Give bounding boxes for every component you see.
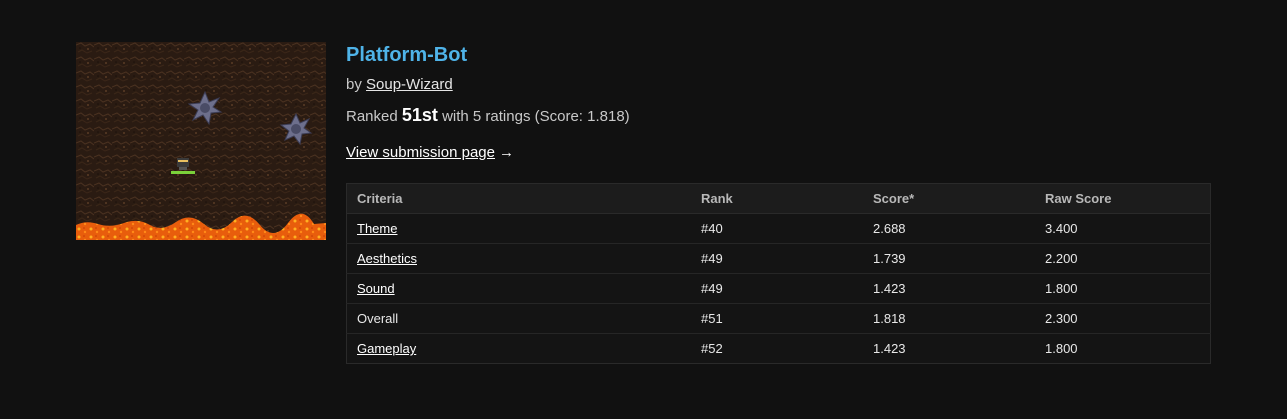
table-header-row: Criteria Rank Score* Raw Score (346, 183, 1211, 214)
raw-score-cell: 2.300 (1035, 303, 1211, 334)
criteria-cell: Aesthetics (346, 243, 691, 274)
overall-rank: 51st (401, 105, 438, 125)
ranked-prefix: Ranked (346, 108, 398, 125)
header-raw-score: Raw Score (1035, 183, 1211, 214)
table-row: Gameplay #52 1.423 1.800 (346, 333, 1211, 364)
game-screenshot-icon (76, 42, 326, 240)
table-row: Sound #49 1.423 1.800 (346, 273, 1211, 304)
author-line: by Soup-Wizard (346, 75, 1211, 95)
rank-cell: #51 (691, 303, 863, 334)
rank-cell: #49 (691, 243, 863, 274)
rank-cell: #49 (691, 273, 863, 304)
submission-info: Platform-Bot by Soup-Wizard Ranked 51st … (346, 42, 1211, 364)
submission-card: Platform-Bot by Soup-Wizard Ranked 51st … (76, 42, 1211, 364)
author-link[interactable]: Soup-Wizard (366, 76, 453, 93)
game-thumbnail[interactable] (76, 42, 326, 240)
rank-cell: #52 (691, 333, 863, 364)
score-cell: 1.423 (863, 333, 1035, 364)
ratings-table: Criteria Rank Score* Raw Score Theme #40… (346, 183, 1211, 364)
criteria-link-theme[interactable]: Theme (357, 221, 397, 236)
header-criteria: Criteria (346, 183, 691, 214)
table-row: Overall #51 1.818 2.300 (346, 303, 1211, 334)
raw-score-cell: 2.200 (1035, 243, 1211, 274)
ranking-summary: Ranked 51st with 5 ratings (Score: 1.818… (346, 105, 1211, 127)
score-cell: 1.423 (863, 273, 1035, 304)
raw-score-cell: 3.400 (1035, 213, 1211, 244)
table-row: Aesthetics #49 1.739 2.200 (346, 243, 1211, 274)
score-cell: 1.739 (863, 243, 1035, 274)
view-submission-link[interactable]: View submission page (346, 144, 495, 161)
arrow-right-icon: → (498, 144, 514, 161)
score-cell: 2.688 (863, 213, 1035, 244)
criteria-cell-overall: Overall (346, 303, 691, 334)
rank-cell: #40 (691, 213, 863, 244)
by-prefix: by (346, 76, 362, 93)
game-title[interactable]: Platform-Bot (346, 43, 1211, 67)
table-row: Theme #40 2.688 3.400 (346, 213, 1211, 244)
criteria-link-gameplay[interactable]: Gameplay (357, 341, 416, 356)
criteria-link-sound[interactable]: Sound (357, 281, 395, 296)
ranked-suffix: with 5 ratings (Score: 1.818) (442, 108, 630, 125)
header-score: Score* (863, 183, 1035, 214)
criteria-cell: Gameplay (346, 333, 691, 364)
criteria-cell: Theme (346, 213, 691, 244)
criteria-cell: Sound (346, 273, 691, 304)
raw-score-cell: 1.800 (1035, 333, 1211, 364)
header-rank: Rank (691, 183, 863, 214)
raw-score-cell: 1.800 (1035, 273, 1211, 304)
criteria-link-aesthetics[interactable]: Aesthetics (357, 251, 417, 266)
view-submission: View submission page → (346, 143, 1211, 163)
score-cell: 1.818 (863, 303, 1035, 334)
